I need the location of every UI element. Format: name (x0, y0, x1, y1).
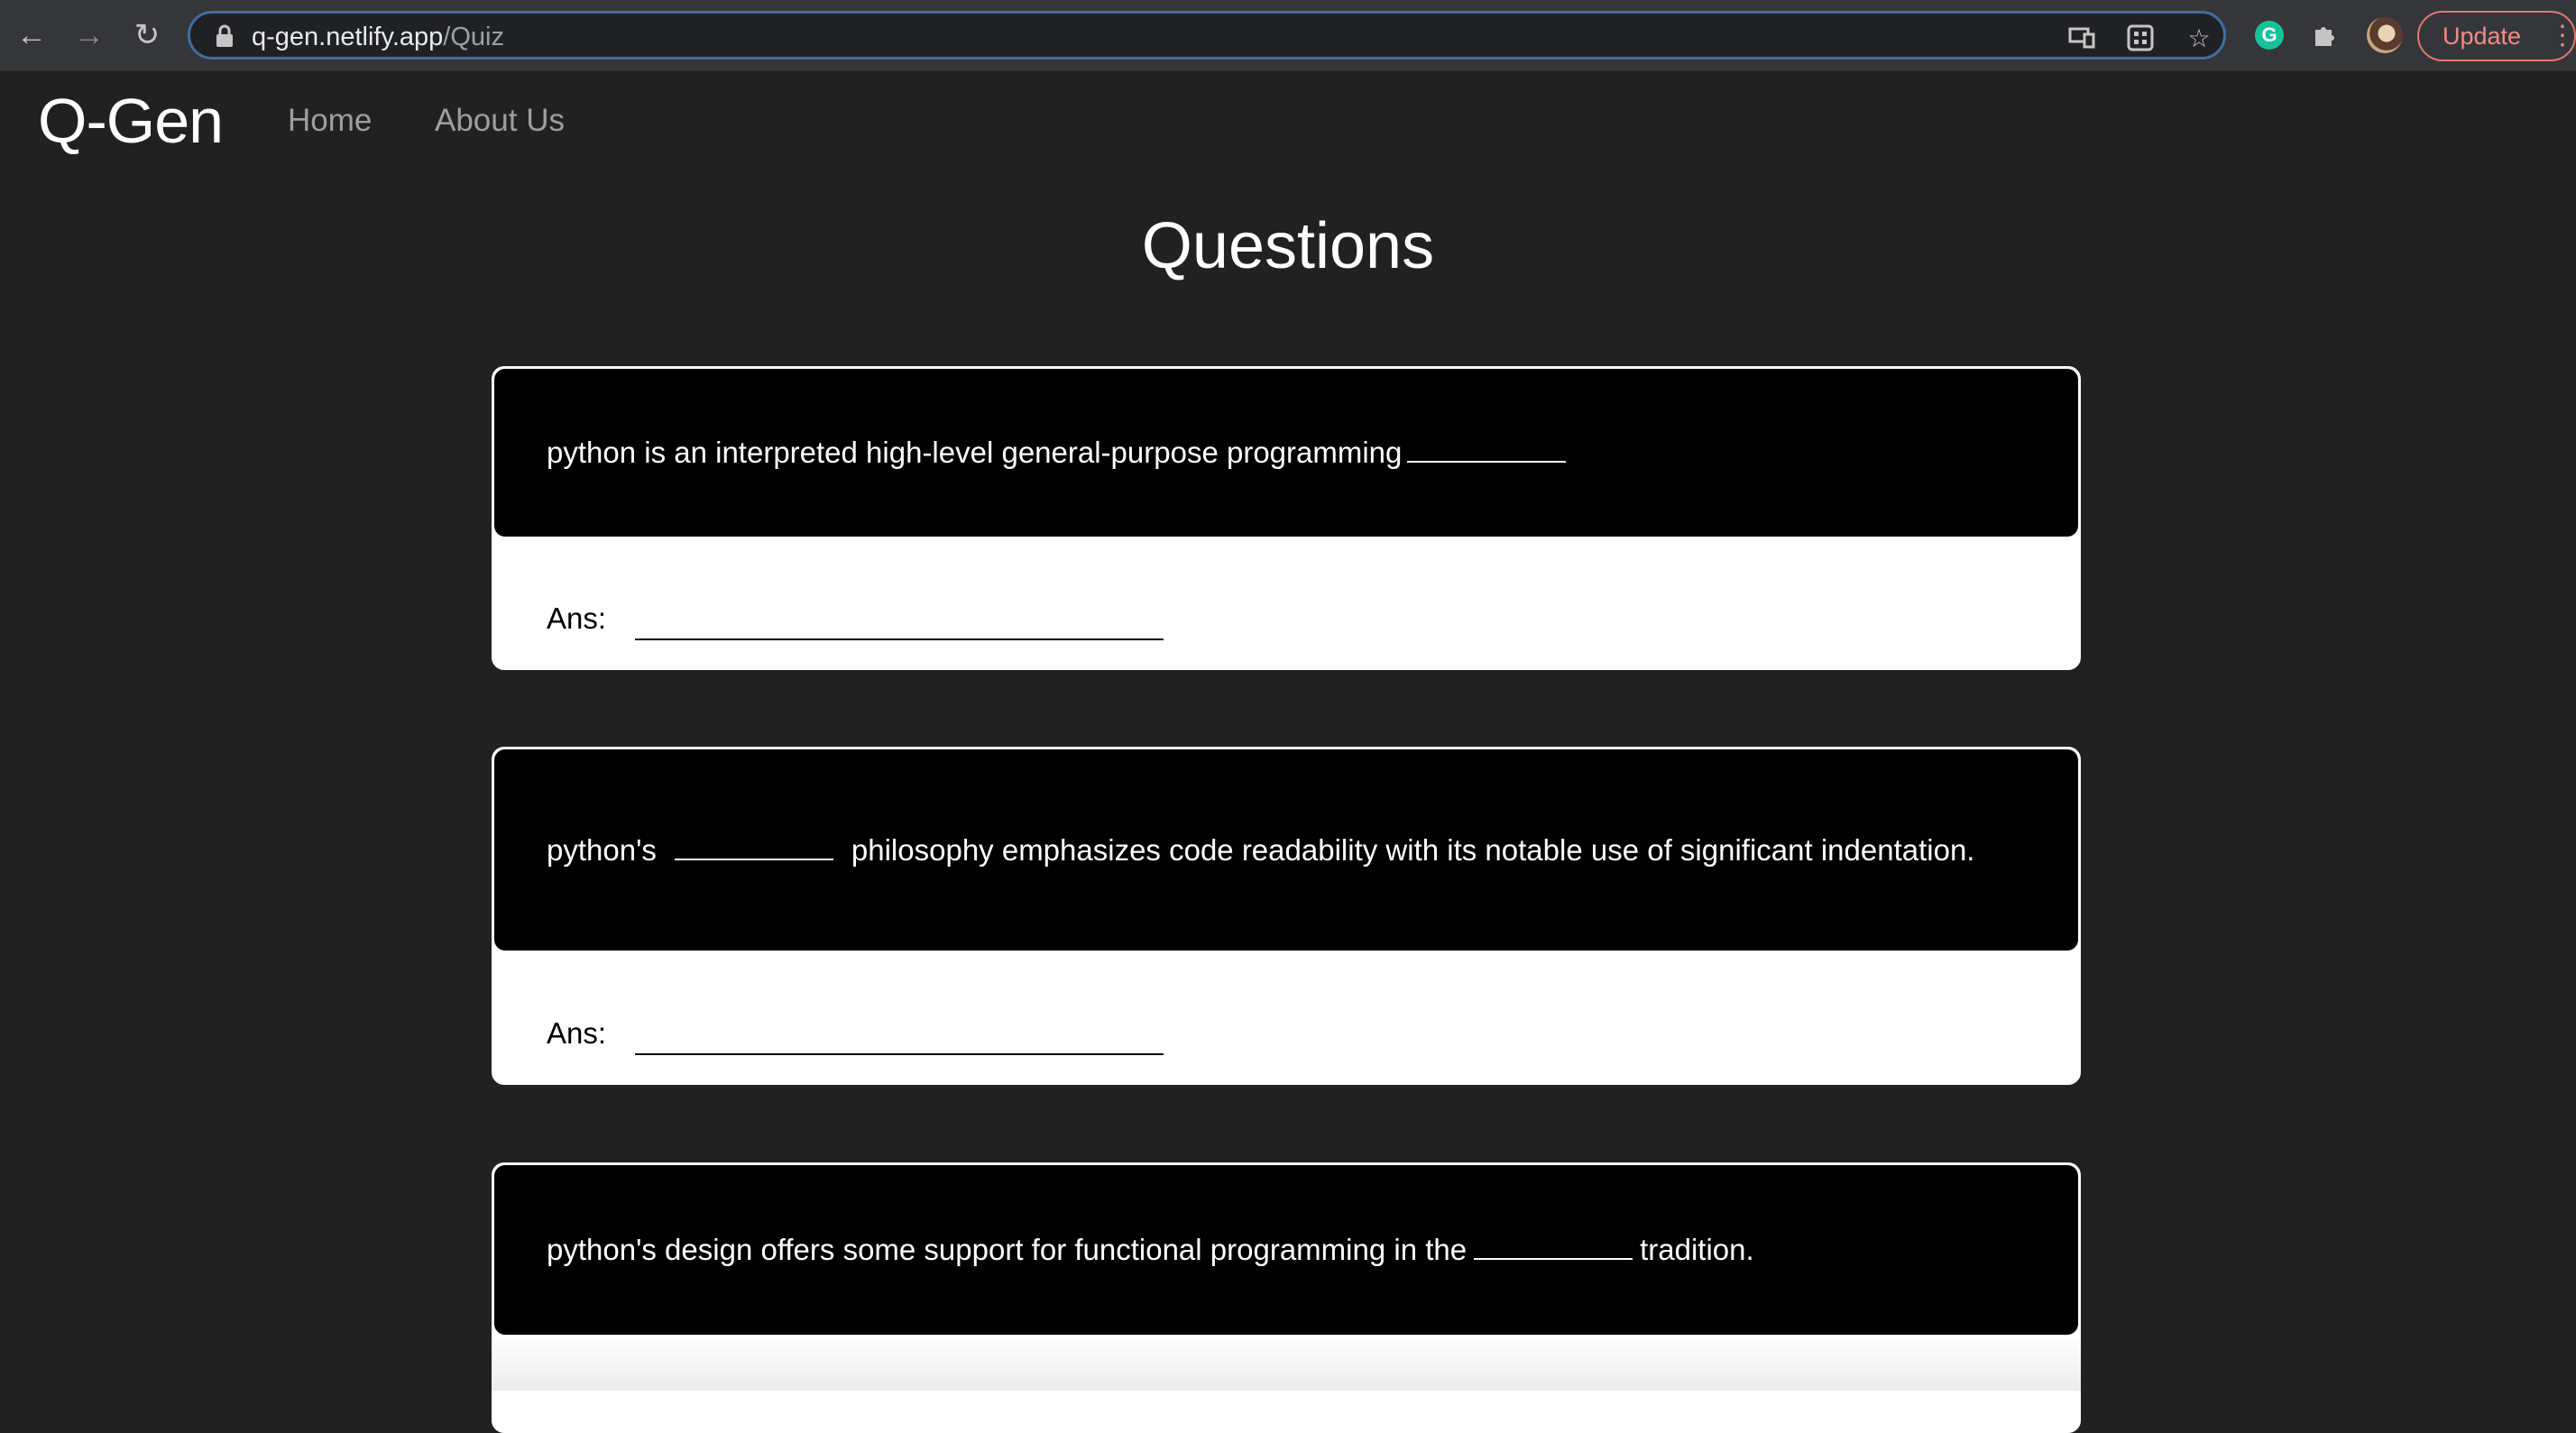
question-box: python's philosophy emphasizes code reada… (494, 749, 2078, 951)
question-text-before: python's design offers some support for … (547, 1233, 1467, 1266)
site-brand[interactable]: Q-Gen (38, 85, 224, 157)
nav-link-home[interactable]: Home (288, 103, 372, 139)
menu-kebab-icon[interactable]: ⋮ (2549, 13, 2576, 60)
question-blank (1407, 441, 1567, 463)
question-blank (1474, 1238, 1633, 1260)
answer-area-partial (492, 1335, 2081, 1391)
grammarly-extension-icon[interactable]: G (2255, 21, 2284, 50)
question-box: python is an interpreted high-level gene… (494, 369, 2078, 537)
cast-icon[interactable] (2066, 23, 2097, 53)
extensions-puzzle-icon[interactable] (2307, 18, 2341, 52)
question-text-after: philosophy emphasizes code readability w… (851, 832, 1975, 867)
answer-label: Ans: (547, 602, 607, 635)
url-host: q-gen.netlify.app (252, 23, 444, 51)
question-card: python's design offers some support for … (492, 1162, 2081, 1433)
question-blank (674, 839, 833, 860)
forward-icon[interactable]: → (67, 13, 112, 58)
update-label: Update (2443, 23, 2522, 50)
bookmark-star-icon[interactable]: ☆ (2184, 23, 2214, 53)
site-navbar: Q-Gen Home About Us (0, 70, 2576, 170)
browser-update-button[interactable]: Update ⋮ (2417, 11, 2576, 61)
app-icon[interactable] (2125, 23, 2156, 53)
question-box: python's design offers some support for … (494, 1165, 2078, 1335)
question-text: python is an interpreted high-level gene… (547, 436, 2026, 470)
question-card: python's philosophy emphasizes code reada… (492, 747, 2081, 1085)
browser-toolbar: ← → ↻ q-gen.netlify.app/Quiz ☆ G Update … (0, 0, 2576, 71)
address-bar[interactable]: q-gen.netlify.app/Quiz ☆ (188, 11, 2226, 60)
answer-input[interactable] (635, 638, 1164, 640)
back-icon[interactable]: ← (9, 13, 54, 58)
question-text: python's philosophy emphasizes code reada… (547, 833, 2026, 868)
answer-label: Ans: (547, 1016, 607, 1050)
answer-input[interactable] (635, 1053, 1164, 1055)
url-text[interactable]: q-gen.netlify.app/Quiz (252, 23, 504, 51)
profile-avatar[interactable] (2367, 17, 2403, 53)
question-text: python's design offers some support for … (547, 1233, 2026, 1267)
lock-icon (216, 24, 233, 47)
question-card: python is an interpreted high-level gene… (492, 366, 2081, 670)
question-text-before: python's (547, 832, 657, 867)
reload-icon[interactable]: ↻ (124, 13, 170, 58)
question-text-after: tradition. (1640, 1233, 1754, 1266)
question-text-before: python is an interpreted high-level gene… (547, 436, 1403, 469)
url-path: /Quiz (443, 23, 504, 51)
nav-link-about-us[interactable]: About Us (435, 103, 565, 139)
page-title: Questions (1141, 210, 1435, 282)
